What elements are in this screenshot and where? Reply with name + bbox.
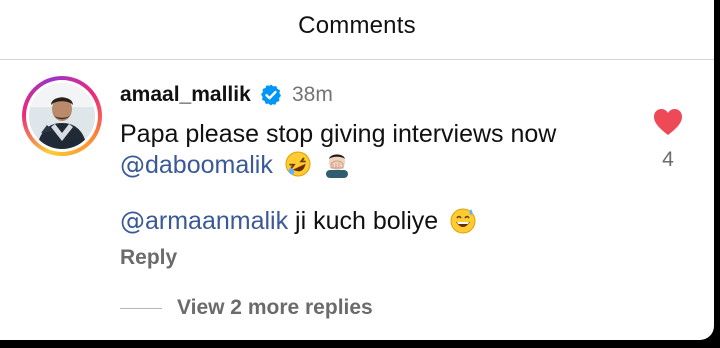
comment-time: 38m <box>292 83 333 106</box>
mention-daboomalik[interactable]: @daboomalik <box>120 150 273 179</box>
avatar-image <box>29 83 95 149</box>
at-icon: @ <box>120 206 145 235</box>
panel-title: Comments <box>298 12 416 39</box>
comment-line-3: @armaanmalik ji kuch boliye <box>120 206 477 236</box>
comment-text: Papa please stop giving interviews now <box>120 120 557 148</box>
mention-text: daboomalik <box>145 151 273 179</box>
comments-panel: Comments amaal_mallik 38m Papa please st… <box>0 0 714 340</box>
facepalm-emoji <box>325 154 348 178</box>
comment-text-3: ji kuch boliye <box>288 207 439 235</box>
replies-divider-line <box>120 308 162 309</box>
comment-username[interactable]: amaal_mallik <box>120 83 251 107</box>
comment-line-2: @daboomalik <box>120 150 351 180</box>
view-more-replies-button[interactable]: View 2 more replies <box>177 296 373 320</box>
header-divider <box>0 59 714 60</box>
avatar[interactable] <box>22 76 102 156</box>
heart-filled-icon[interactable] <box>653 108 683 136</box>
reply-button[interactable]: Reply <box>120 246 177 270</box>
rolling-laughing-emoji <box>285 151 311 177</box>
verified-badge-icon <box>261 84 281 106</box>
mention-armaanmalik[interactable]: @armaanmalik <box>120 206 289 235</box>
at-icon: @ <box>120 150 145 179</box>
mention-text: armaanmalik <box>145 207 289 235</box>
grinning-sweat-emoji <box>450 208 476 234</box>
like-count: 4 <box>662 148 674 171</box>
